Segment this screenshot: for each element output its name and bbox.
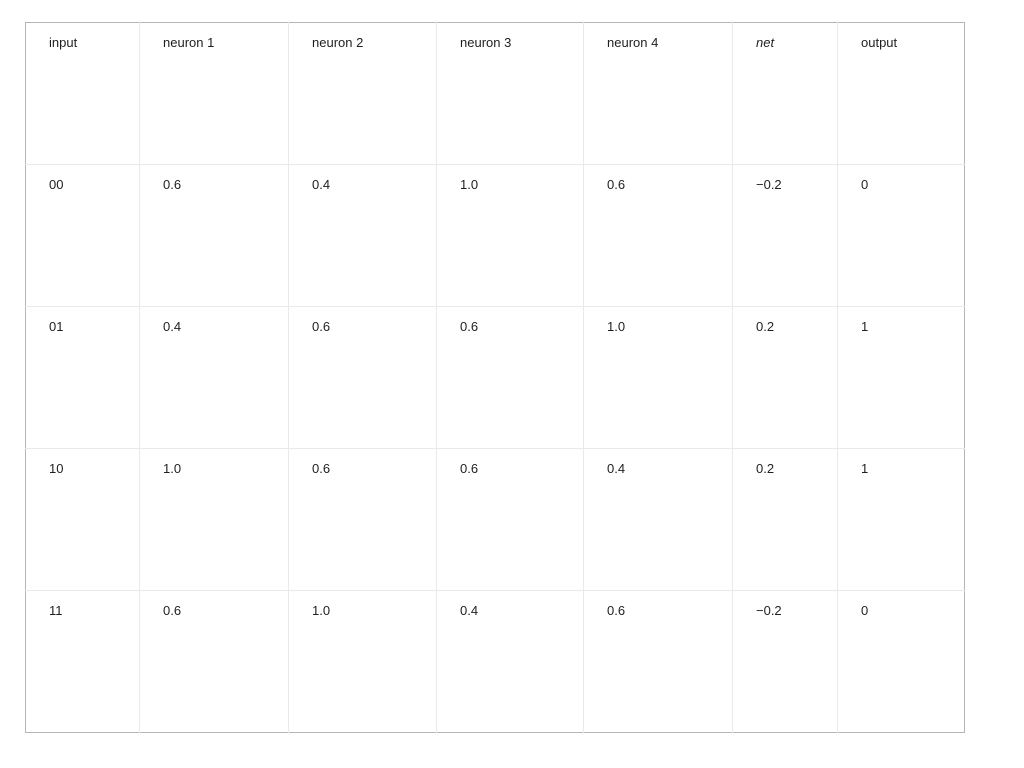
column-header-output: output [837, 22, 965, 165]
cell-neuron-2: 0.4 [288, 164, 437, 307]
column-header-net: net [732, 22, 838, 165]
cell-neuron-3: 0.6 [436, 448, 584, 591]
cell-neuron-4: 0.6 [583, 164, 733, 307]
table-row: 11 0.6 1.0 0.4 0.6 −0.2 0 [25, 590, 965, 733]
cell-neuron-4: 0.4 [583, 448, 733, 591]
column-header-neuron-4: neuron 4 [583, 22, 733, 165]
truth-table-container: input neuron 1 neuron 2 neuron 3 neuron … [25, 22, 965, 733]
cell-neuron-4: 0.6 [583, 590, 733, 733]
column-header-neuron-3: neuron 3 [436, 22, 584, 165]
cell-neuron-2: 0.6 [288, 448, 437, 591]
cell-net: −0.2 [732, 590, 838, 733]
cell-output: 0 [837, 164, 965, 307]
table-row: 10 1.0 0.6 0.6 0.4 0.2 1 [25, 448, 965, 591]
table-header-row: input neuron 1 neuron 2 neuron 3 neuron … [25, 22, 965, 165]
cell-neuron-2: 0.6 [288, 306, 437, 449]
neuron-truth-table: input neuron 1 neuron 2 neuron 3 neuron … [25, 22, 965, 733]
cell-neuron-3: 0.4 [436, 590, 584, 733]
cell-net: −0.2 [732, 164, 838, 307]
cell-input: 00 [25, 164, 140, 307]
cell-net: 0.2 [732, 306, 838, 449]
cell-neuron-1: 0.6 [139, 164, 289, 307]
cell-neuron-1: 0.6 [139, 590, 289, 733]
cell-output: 1 [837, 448, 965, 591]
cell-neuron-1: 1.0 [139, 448, 289, 591]
cell-input: 11 [25, 590, 140, 733]
cell-net: 0.2 [732, 448, 838, 591]
cell-input: 01 [25, 306, 140, 449]
column-header-neuron-2: neuron 2 [288, 22, 437, 165]
table-row: 00 0.6 0.4 1.0 0.6 −0.2 0 [25, 164, 965, 307]
column-header-neuron-1: neuron 1 [139, 22, 289, 165]
cell-neuron-1: 0.4 [139, 306, 289, 449]
cell-output: 0 [861, 603, 869, 618]
cell-input: 10 [25, 448, 140, 591]
cell-neuron-3: 0.6 [436, 306, 584, 449]
cell-output: 1 [837, 306, 965, 449]
table-row: 01 0.4 0.6 0.6 1.0 0.2 1 [25, 306, 965, 449]
cell-neuron-3: 1.0 [436, 164, 584, 307]
column-header-input: input [25, 22, 140, 165]
cell-neuron-4: 1.0 [583, 306, 733, 449]
cell-neuron-2: 1.0 [288, 590, 437, 733]
